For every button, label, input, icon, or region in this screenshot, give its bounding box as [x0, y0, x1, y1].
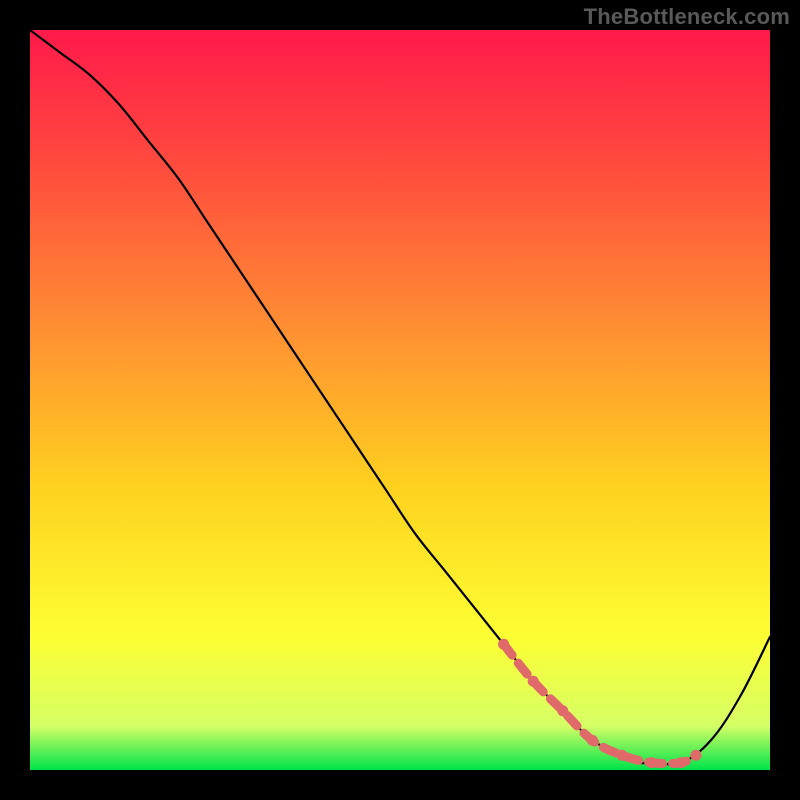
gradient-background — [30, 30, 770, 770]
optimal-range-dot — [676, 757, 687, 768]
attribution-text: TheBottleneck.com — [584, 4, 790, 30]
chart-svg — [30, 30, 770, 770]
chart-stage: TheBottleneck.com — [0, 0, 800, 800]
optimal-range-dot — [557, 705, 568, 716]
plot-area — [30, 30, 770, 770]
optimal-range-dot — [498, 639, 509, 650]
optimal-range-dot — [646, 757, 657, 768]
optimal-range-dot — [587, 735, 598, 746]
optimal-range-dot — [528, 676, 539, 687]
optimal-range-dot — [617, 750, 628, 761]
optimal-range-dot — [691, 750, 702, 761]
